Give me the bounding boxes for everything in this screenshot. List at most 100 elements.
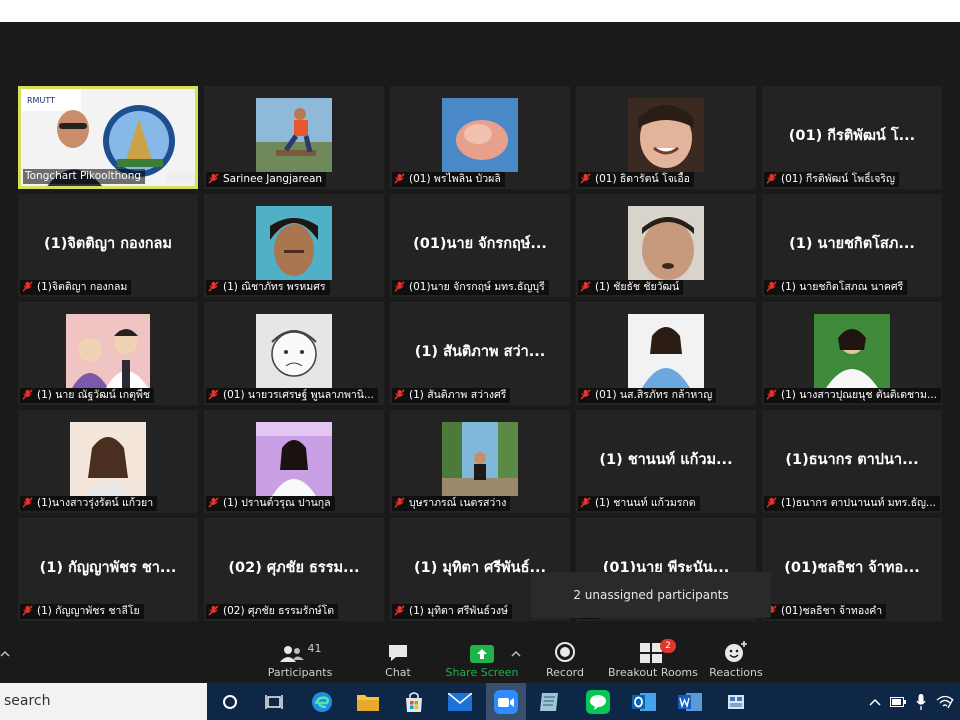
share-screen-button[interactable]: Share Screen xyxy=(444,637,520,683)
participant-name-text: Sarinee Jangjarean xyxy=(223,173,323,185)
muted-mic-icon xyxy=(22,389,33,400)
participant-video xyxy=(628,314,704,388)
breakout-rooms-badge: 2 xyxy=(660,639,676,653)
participant-name-text: บุษราภรณ์ เนตรสว่าง xyxy=(409,497,507,509)
participant-video xyxy=(66,314,150,388)
muted-mic-icon xyxy=(208,281,219,292)
muted-mic-icon xyxy=(394,281,405,292)
muted-mic-icon xyxy=(22,497,33,508)
participant-display-name: (01)นาย จักรกฤษ์... xyxy=(413,236,547,252)
participant-display-name: (02) ศุภชัย ธรรม... xyxy=(228,560,360,576)
participant-display-name: (1)ธนากร ตาปนา... xyxy=(785,452,919,468)
muted-mic-icon xyxy=(394,605,405,616)
participant-name-label: (1) นาย ณัฐวัฒน์ เกตุพืช xyxy=(20,388,155,403)
network-app-icon[interactable] xyxy=(718,683,754,720)
participant-tile[interactable]: (1) ชัยธัช ชัยวัฒน์ xyxy=(576,194,756,297)
participant-tile[interactable]: (01) พรไพลิน บัวผลิ xyxy=(390,86,570,189)
participant-name-text: (01) กีรติพัฒน์ โพธิ์เจริญ xyxy=(781,173,895,185)
reactions-label: Reactions xyxy=(709,666,763,679)
participant-name-label: (1) นายชกิตโสภณ นาคศรี xyxy=(764,280,908,295)
participant-name-text: (1) ปรานต์วรุณ ปานกุล xyxy=(223,497,331,509)
mail-icon[interactable] xyxy=(442,683,478,720)
participant-name-text: (1)ธนากร ตาปนานนท์ มทร.ธัญ... xyxy=(781,497,936,509)
file-explorer-icon[interactable] xyxy=(350,683,386,720)
participant-tile[interactable]: (01) กีรติพัฒน์ โ... (01) กีรติพัฒน์ โพธิ… xyxy=(762,86,942,189)
participant-name-label: (1) สันติภาพ สว่างศรี xyxy=(392,388,511,403)
participant-name-label: (01)ชลธิชา จ้าทองคำ xyxy=(764,604,887,619)
breakout-rooms-button[interactable]: 2 Breakout Rooms xyxy=(608,637,698,683)
share-options-chevron-icon[interactable] xyxy=(511,643,523,657)
participant-name-label: (1) ณิชาภัทร พรหมศร xyxy=(206,280,330,295)
participant-tile[interactable]: Sarinee Jangjarean xyxy=(204,86,384,189)
participant-name-label: Tongchart Pikoolthong xyxy=(23,169,146,184)
participant-name-text: (1) มุทิตา ศรีพันธ์วงษ์ xyxy=(409,605,508,617)
notes-app-icon[interactable] xyxy=(532,683,568,720)
participants-icon xyxy=(279,646,304,662)
participant-name-label: (1)ธนากร ตาปนานนท์ มทร.ธัญ... xyxy=(764,496,940,511)
task-view-icon[interactable] xyxy=(256,683,292,720)
participant-video xyxy=(628,206,704,280)
participant-name-text: (01) นส.สิรภัทร กล้าหาญ xyxy=(595,389,713,401)
zoom-app-icon[interactable] xyxy=(486,683,526,720)
show-hidden-icons-chevron-icon[interactable] xyxy=(864,683,886,720)
participant-tile[interactable]: (1)ธนากร ตาปนา... (1)ธนากร ตาปนานนท์ มทร.… xyxy=(762,410,942,513)
battery-icon[interactable] xyxy=(886,683,910,720)
chat-label: Chat xyxy=(385,666,411,679)
participant-name-label: (1) ชัยธัช ชัยวัฒน์ xyxy=(578,280,684,295)
muted-mic-icon xyxy=(22,605,33,616)
participants-button[interactable]: 41 Participants xyxy=(264,637,336,683)
participant-tile[interactable]: (01)ชลธิชา จ้าทอ... (01)ชลธิชา จ้าทองคำ xyxy=(762,518,942,621)
muted-mic-icon xyxy=(766,497,777,508)
participant-name-text: (01)ชลธิชา จ้าทองคำ xyxy=(781,605,883,617)
participant-tile[interactable]: (1)นางสาวรุ่งรัตน์ แก้วยา xyxy=(18,410,198,513)
participant-tile[interactable]: (01) ธิดารัตน์ โจเอื้อ xyxy=(576,86,756,189)
participant-tile[interactable]: (1) นายชกิตโสภ... (1) นายชกิตโสภณ นาคศรี xyxy=(762,194,942,297)
participant-name-text: (1) ชัยธัช ชัยวัฒน์ xyxy=(595,281,680,293)
reactions-icon xyxy=(725,641,747,662)
reactions-button[interactable]: Reactions xyxy=(708,637,764,683)
participant-tile[interactable]: (1) ชานนท์ แก้วม... (1) ชานนท์ แก้วมรกต xyxy=(576,410,756,513)
participant-name-text: (01) ธิดารัตน์ โจเอื้อ xyxy=(595,173,690,185)
outlook-icon[interactable] xyxy=(626,683,662,720)
participant-name-text: (01)นาย จักรกฤษ์ มทร.ธัญบุรี xyxy=(409,281,545,293)
participant-tile[interactable]: (1) สันติภาพ สว่า... (1) สันติภาพ สว่างศร… xyxy=(390,302,570,405)
audio-options-chevron-icon[interactable] xyxy=(0,643,12,657)
wifi-icon[interactable] xyxy=(932,683,958,720)
muted-mic-icon xyxy=(580,281,591,292)
participant-display-name: (1) กัญญาพัชร ชา... xyxy=(39,560,177,576)
taskbar-search-box[interactable]: search xyxy=(0,683,207,720)
participant-name-label: (01) กีรติพัฒน์ โพธิ์เจริญ xyxy=(764,172,899,187)
participant-display-name: (1)จิตติญา กองกลม xyxy=(43,236,172,252)
participant-tile[interactable]: (01) นส.สิรภัทร กล้าหาญ xyxy=(576,302,756,405)
participant-display-name: (1) ชานนท์ แก้วม... xyxy=(599,452,733,468)
participant-name-text: (1) กัญญาพัชร ชาลีโย xyxy=(37,605,140,617)
participant-tile[interactable]: (02) ศุภชัย ธรรม... (02) ศุภชัย ธรรมรักษ์… xyxy=(204,518,384,621)
participant-tile[interactable]: บุษราภรณ์ เนตรสว่าง xyxy=(390,410,570,513)
record-button[interactable]: Record xyxy=(540,637,590,683)
chat-button[interactable]: Chat xyxy=(372,637,424,683)
muted-mic-icon xyxy=(766,389,777,400)
participant-video xyxy=(256,206,332,280)
breakout-rooms-icon xyxy=(640,643,662,663)
participant-tile[interactable]: (1) นางสาวปุณยนุช ตันติเดชาม... xyxy=(762,302,942,405)
participant-tile[interactable]: (01)นาย จักรกฤษ์... (01)นาย จักรกฤษ์ มทร.… xyxy=(390,194,570,297)
line-app-icon[interactable] xyxy=(580,683,616,720)
microphone-tray-icon[interactable] xyxy=(910,683,932,720)
participant-name-text: (02) ศุภชัย ธรรมรักษ์โต xyxy=(223,605,335,617)
participant-tile[interactable]: (01) นายวรเศรษฐ์ พูนลาภพานิ... xyxy=(204,302,384,405)
muted-mic-icon xyxy=(394,497,405,508)
chat-icon xyxy=(389,645,407,661)
participant-tile[interactable]: (1) กัญญาพัชร ชา... (1) กัญญาพัชร ชาลีโย xyxy=(18,518,198,621)
breakout-rooms-label: Breakout Rooms xyxy=(608,666,698,679)
participant-tile[interactable]: (1)จิตติญา กองกลม (1)จิตติญา กองกลม xyxy=(18,194,198,297)
participant-video xyxy=(628,98,704,172)
participant-tile[interactable]: (1) นาย ณัฐวัฒน์ เกตุพืช xyxy=(18,302,198,405)
edge-browser-icon[interactable] xyxy=(304,683,340,720)
participant-tile[interactable]: (1) ณิชาภัทร พรหมศร xyxy=(204,194,384,297)
window-top-strip xyxy=(0,0,960,22)
cortana-icon[interactable] xyxy=(212,683,248,720)
participant-tile[interactable]: (1) ปรานต์วรุณ ปานกุล xyxy=(204,410,384,513)
store-icon[interactable] xyxy=(396,683,432,720)
word-icon[interactable] xyxy=(672,683,708,720)
participant-tile[interactable]: RMUTT Tongchart Pikoolthong xyxy=(18,86,198,189)
